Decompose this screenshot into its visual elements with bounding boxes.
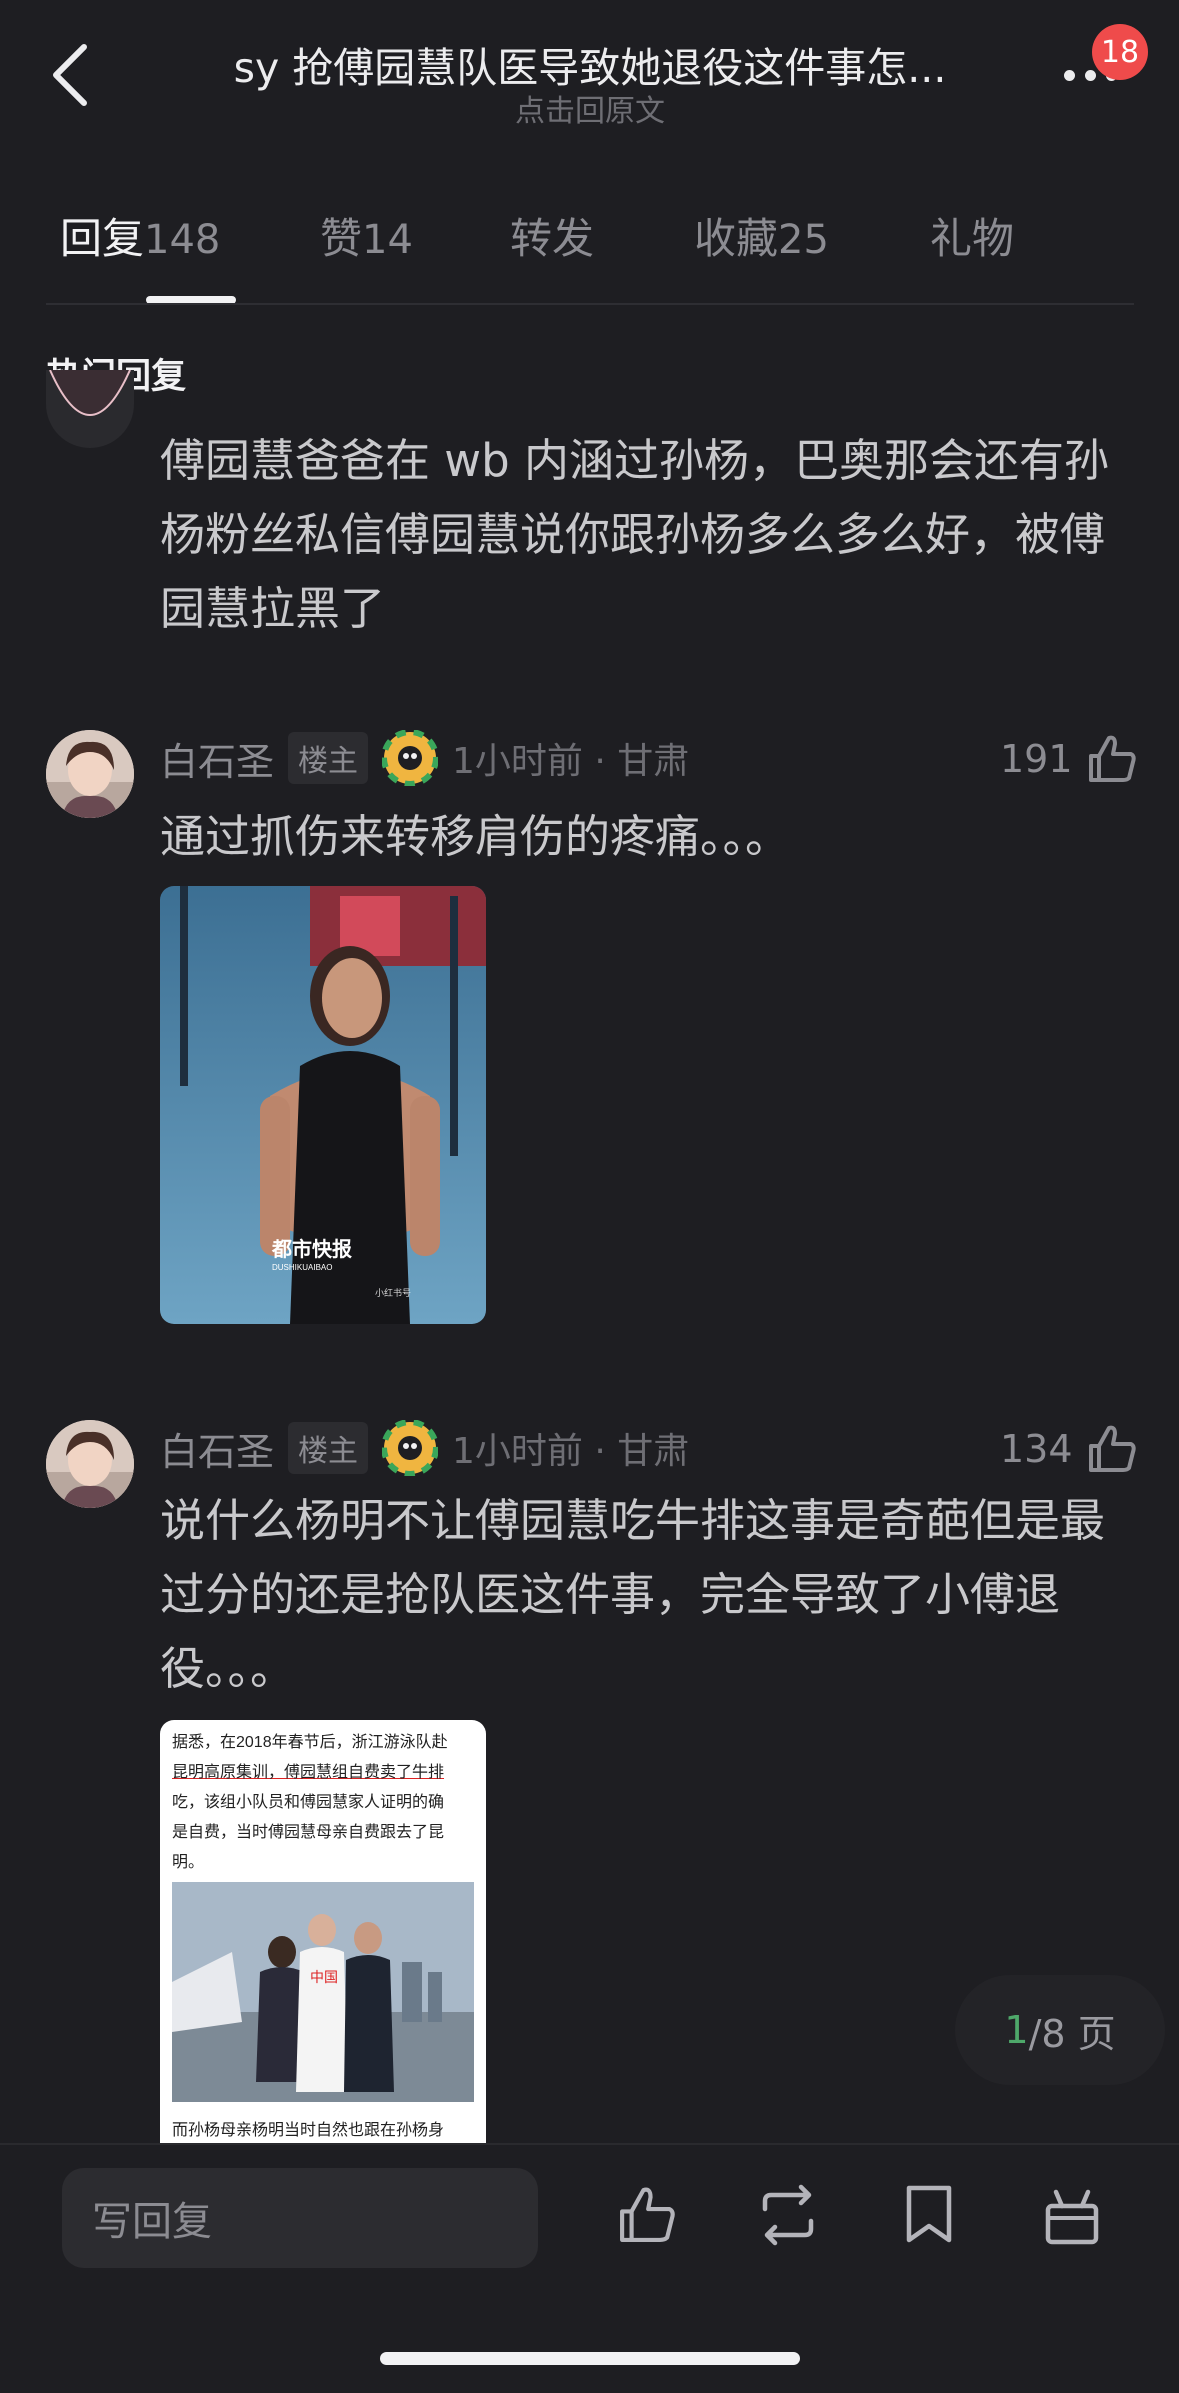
bookmark-icon bbox=[906, 2185, 952, 2243]
image-article-text: 据悉，在2018年春节后，浙江游泳队赴 昆明高原集训，傅园慧组自费卖了牛排 吃，… bbox=[160, 1720, 486, 1878]
gift-icon bbox=[1045, 2189, 1099, 2245]
home-indicator[interactable] bbox=[380, 2352, 800, 2365]
tab-label: 礼物 bbox=[930, 214, 1015, 263]
post-title[interactable]: sy 抢傅园慧队医导致她退役这件事怎... bbox=[200, 34, 980, 94]
chevron-left-icon bbox=[53, 44, 87, 106]
tab-count: 148 bbox=[144, 217, 221, 263]
favorite-button[interactable] bbox=[889, 2175, 969, 2255]
author-name[interactable]: 白石圣 bbox=[160, 731, 274, 786]
back-button[interactable] bbox=[40, 40, 100, 110]
tab-label: 赞 bbox=[320, 214, 363, 263]
image-text-line: 明。 bbox=[172, 1854, 205, 1871]
avatar[interactable] bbox=[46, 370, 134, 448]
avatar[interactable] bbox=[46, 730, 134, 818]
like-post-button[interactable] bbox=[607, 2175, 687, 2255]
back-to-original-link[interactable]: 点击回原文 bbox=[200, 86, 980, 130]
more-dot-icon bbox=[1063, 69, 1075, 81]
op-badge: 楼主 bbox=[288, 1422, 369, 1474]
gift-button[interactable] bbox=[1032, 2175, 1112, 2255]
comment-time: 1小时前 · 甘肃 bbox=[452, 741, 690, 782]
comment-text: 通过抓伤来转移肩伤的疼痛。。。 bbox=[160, 810, 791, 863]
image-logo-subtext: DUSHIKUAIBAO bbox=[272, 1263, 332, 1272]
thumbs-up-icon bbox=[620, 2187, 675, 2242]
comment-image[interactable]: 都市快报 DUSHIKUAIBAO 小红书号 bbox=[160, 886, 486, 1324]
thumbs-up-icon bbox=[1088, 735, 1136, 782]
tab-label: 回复 bbox=[60, 214, 145, 263]
tab-count: 25 bbox=[778, 217, 829, 263]
thumbs-up-icon bbox=[1088, 1425, 1136, 1472]
tab-reposts[interactable]: 转发 bbox=[510, 205, 594, 266]
tab-divider bbox=[46, 303, 1134, 305]
image-text-line: 吃，该组小队员和傅园慧家人证明的确 bbox=[172, 1794, 445, 1811]
image-text-line: 而孙杨母亲杨明当时自然也跟在孙杨身 bbox=[172, 2122, 445, 2139]
tab-likes[interactable]: 赞14 bbox=[320, 205, 413, 266]
page-indicator[interactable]: 1/8 页 bbox=[955, 1975, 1165, 2085]
tab-label: 收藏 bbox=[694, 214, 779, 263]
op-badge: 楼主 bbox=[288, 732, 369, 784]
avatar[interactable] bbox=[46, 1420, 134, 1508]
comment-text: 说什么杨明不让傅园慧吃牛排这事是奇葩但是最过分的还是抢队医这件事，完全导致了小傅… bbox=[160, 1494, 1106, 1695]
like-count: 134 bbox=[1000, 1427, 1073, 1471]
image-text-line: 据悉，在2018年春节后，浙江游泳队赴 bbox=[172, 1734, 448, 1751]
more-dot-icon bbox=[1084, 69, 1096, 81]
comment-meta: 白石圣 楼主 1小时前 · 甘肃 bbox=[160, 730, 689, 786]
decoration-badge-icon bbox=[382, 730, 439, 786]
comment-text: 傅园慧爸爸在 wb 内涵过孙杨，巴奥那会还有孙杨粉丝私信傅园慧说你跟孙杨多么多么… bbox=[160, 434, 1109, 635]
tab-replies[interactable]: 回复148 bbox=[60, 205, 220, 266]
tab-favorites[interactable]: 收藏25 bbox=[694, 205, 829, 266]
like-button[interactable]: 191 bbox=[1000, 732, 1139, 786]
tab-label: 转发 bbox=[510, 214, 595, 263]
comment-time: 1小时前 · 甘肃 bbox=[452, 1431, 690, 1472]
tab-bar: 回复148 赞14 转发 收藏25 礼物 bbox=[0, 205, 1179, 275]
decoration-badge-icon bbox=[382, 1420, 439, 1476]
comment-image[interactable]: 据悉，在2018年春节后，浙江游泳队赴 昆明高原集训，傅园慧组自费卖了牛排 吃，… bbox=[160, 1720, 486, 2143]
image-text-line: 昆明高原集训，傅园慧组自费卖了牛排 bbox=[172, 1764, 445, 1781]
comment-meta: 白石圣 楼主 1小时前 · 甘肃 bbox=[160, 1420, 689, 1476]
reply-input[interactable]: 写回复 bbox=[62, 2168, 538, 2268]
notification-badge[interactable]: 18 bbox=[1092, 24, 1148, 80]
like-button[interactable]: 134 bbox=[1000, 1422, 1139, 1476]
tab-count: 14 bbox=[362, 217, 413, 263]
image-jersey-text: 中国 bbox=[310, 1969, 338, 1985]
image-text-line: 是自费，当时傅园慧母亲自费跟去了昆 bbox=[172, 1824, 445, 1841]
like-count: 191 bbox=[1000, 737, 1073, 781]
repost-button[interactable] bbox=[748, 2175, 828, 2255]
tab-gifts[interactable]: 礼物 bbox=[930, 205, 1014, 266]
current-page: 1 bbox=[1004, 2008, 1029, 2052]
image-logo-text: 都市快报 bbox=[271, 1237, 352, 1261]
author-name[interactable]: 白石圣 bbox=[160, 1421, 274, 1476]
image-watermark: 小红书号 bbox=[375, 1287, 411, 1298]
total-pages: /8 页 bbox=[1028, 2011, 1116, 2056]
repost-icon bbox=[762, 2184, 814, 2246]
